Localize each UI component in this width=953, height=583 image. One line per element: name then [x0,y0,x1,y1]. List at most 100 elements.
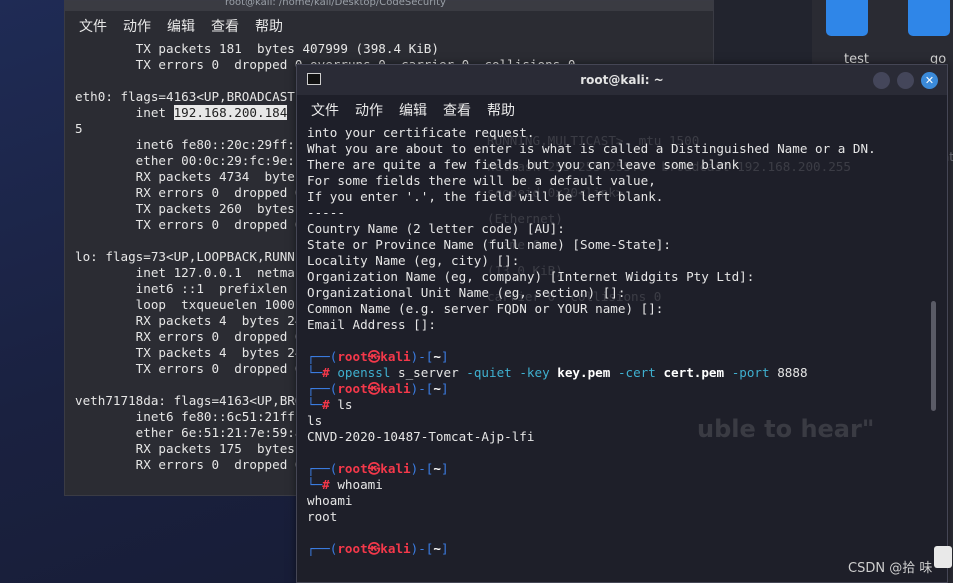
menu-action[interactable]: 动作 [123,16,151,36]
terminal-text: 5 [75,121,83,136]
command-token: key.pem [549,365,618,380]
terminal-line: └─# whoami [307,477,927,493]
command-token: openssl [337,365,391,380]
prompt-hash: # [322,477,338,492]
menu-view[interactable]: 查看 [443,100,471,120]
terminal-line: For some fields there will be a default … [307,173,927,189]
terminal-line: CNVD-2020-10487-Tomcat-Ajp-lfi [307,429,927,445]
prompt-frame: )-[ [410,541,434,556]
command-token: -key [519,365,550,380]
terminal-text: root [307,509,338,524]
terminal-line: There are quite a few fields but you can… [307,157,927,173]
prompt-frame: ┌──( [307,381,338,396]
terminal-text: TX packets 181 bytes 407999 (398.4 KiB) [75,41,439,56]
prompt-frame: ] [440,541,449,556]
prompt-path: ~ [433,541,441,556]
menu-file[interactable]: 文件 [79,16,107,36]
close-icon: ✕ [924,74,935,87]
prompt-user: root [337,541,368,556]
menu-help[interactable]: 帮助 [487,100,515,120]
front-terminal-window[interactable]: root@kali: ~ ✕ 文件 动作 编辑 查看 帮助 RUNNING,MU… [296,64,948,583]
terminal-line: ┌──(root㉿kali)-[~] [307,461,927,477]
maximize-button[interactable] [897,72,914,89]
terminal-line: ls [307,413,927,429]
terminal-line: ┌──(root㉿kali)-[~] [307,349,927,365]
prompt-frame: ] [440,381,449,396]
prompt-frame: )-[ [410,461,434,476]
terminal-text: What you are about to enter is what is c… [307,141,876,156]
prompt-frame: └─ [307,477,323,492]
menu-help[interactable]: 帮助 [255,16,283,36]
terminal-text: CNVD-2020-10487-Tomcat-Ajp-lfi [307,429,535,444]
terminal-text: There are quite a few fields but you can… [307,157,740,172]
prompt-frame: ] [440,349,449,364]
terminal-text: ls [307,413,323,428]
close-button[interactable]: ✕ [921,72,938,89]
prompt-at: ㉿ [367,349,381,364]
terminal-line: State or Province Name (full name) [Some… [307,237,927,253]
terminal-text: inet [75,105,174,120]
terminal-text: Common Name (e.g. server FQDN or YOUR na… [307,301,664,316]
prompt-hash: # [322,365,338,380]
terminal-line: into your certificate request. [307,125,927,141]
terminal-text: Country Name (2 letter code) [AU]: [307,221,565,236]
terminal-line: Email Address []: [307,317,927,333]
terminal-line: ┌──(root㉿kali)-[~] [307,541,927,557]
folder-icon[interactable] [908,0,950,36]
prompt-path: ~ [433,381,441,396]
window-title: root@kali: /home/kali/Desktop/CodeSecuri… [225,0,446,8]
menu-action[interactable]: 动作 [355,100,383,120]
prompt-host: kali [380,349,411,364]
watermark-text: CSDN @拾 味 [848,561,933,576]
command-token: cert.pem [655,365,732,380]
prompt-path: ~ [433,461,441,476]
terminal-text: whoami [307,493,353,508]
minimize-button[interactable] [873,72,890,89]
prompt-path: ~ [433,349,441,364]
terminal-line: Country Name (2 letter code) [AU]: [307,221,927,237]
terminal-text: Organizational Unit Name (eg, section) [… [307,285,626,300]
prompt-hash: # [322,397,338,412]
terminal-line: Common Name (e.g. server FQDN or YOUR na… [307,301,927,317]
menu-edit[interactable]: 编辑 [399,100,427,120]
prompt-frame: ┌──( [307,461,338,476]
terminal-line: What you are about to enter is what is c… [307,141,927,157]
terminal-line: Organizational Unit Name (eg, section) [… [307,285,927,301]
prompt-frame: ┌──( [307,541,338,556]
prompt-frame: └─ [307,397,323,412]
scrollbar[interactable] [931,301,936,411]
terminal-text: If you enter '.', the field will be left… [307,189,664,204]
command-token: -quiet [466,365,512,380]
prompt-at: ㉿ [367,461,381,476]
command-token: 8888 [769,365,808,380]
terminal-line: ----- [307,205,927,221]
terminal-line: ┌──(root㉿kali)-[~] [307,381,927,397]
prompt-host: kali [380,381,411,396]
prompt-frame: └─ [307,365,323,380]
terminal-line: Organization Name (eg, company) [Interne… [307,269,927,285]
folder-icon[interactable] [826,0,868,36]
window-titlebar[interactable]: root@kali: /home/kali/Desktop/CodeSecuri… [65,0,713,11]
menu-edit[interactable]: 编辑 [167,16,195,36]
terminal-line: whoami [307,493,927,509]
command-text: ls [337,397,353,412]
terminal-line: Locality Name (eg, city) []: [307,253,927,269]
window-titlebar[interactable]: root@kali: ~ ✕ [297,65,947,95]
terminal-text: into your certificate request. [307,125,535,140]
prompt-host: kali [380,541,411,556]
terminal-text: Locality Name (eg, city) []: [307,253,520,268]
menu-view[interactable]: 查看 [211,16,239,36]
prompt-frame: ┌──( [307,349,338,364]
prompt-user: root [337,461,368,476]
prompt-frame: )-[ [410,381,434,396]
command-token: -cert [617,365,656,380]
terminal-text: Email Address []: [307,317,436,332]
menu-file[interactable]: 文件 [311,100,339,120]
terminal-line: root [307,509,927,525]
prompt-host: kali [380,461,411,476]
selected-ip-text: 192.168.200.184 [173,105,288,120]
terminal-output[interactable]: into your certificate request. What you a… [307,125,927,557]
